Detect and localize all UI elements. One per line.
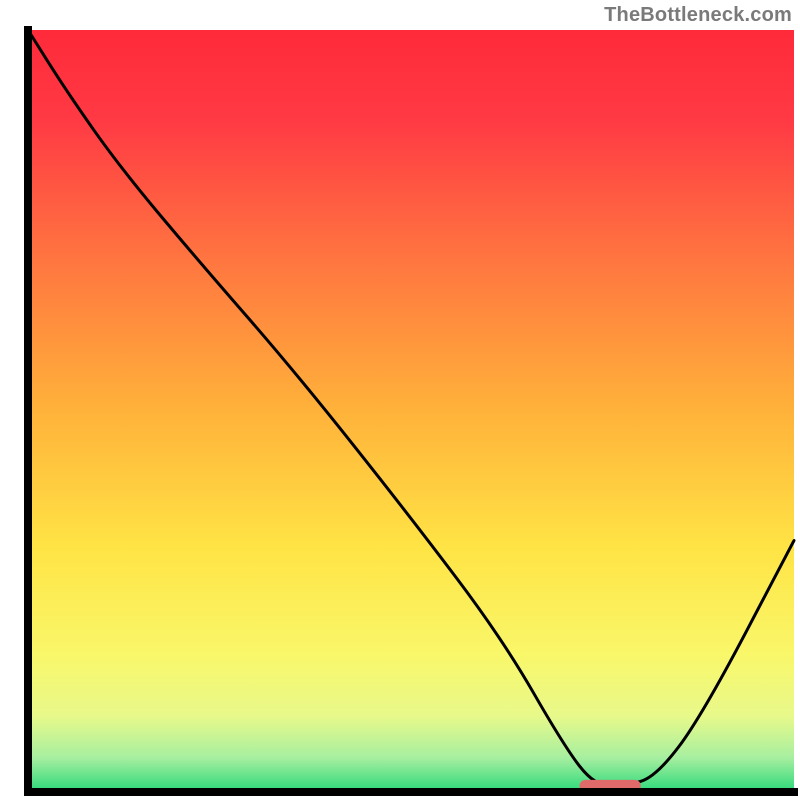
chart-canvas — [0, 0, 800, 800]
watermark-text: TheBottleneck.com — [604, 4, 792, 27]
chart-background-gradient — [28, 30, 794, 792]
bottleneck-chart: TheBottleneck.com — [0, 0, 800, 800]
